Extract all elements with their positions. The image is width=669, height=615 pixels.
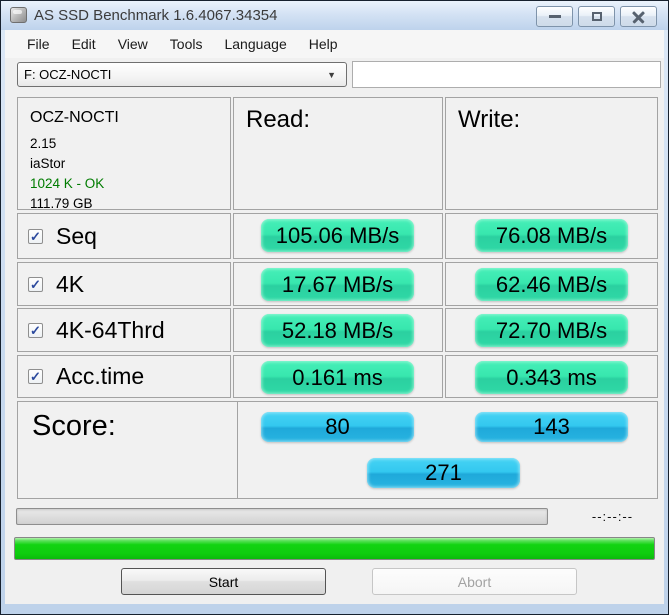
score-total-value: 271 — [367, 458, 520, 488]
menu-language[interactable]: Language — [213, 31, 297, 57]
write-header: Write: — [458, 106, 521, 133]
app-drive-icon — [10, 7, 27, 23]
read-header-cell: Read: — [233, 97, 443, 210]
close-icon — [632, 10, 645, 23]
comment-input[interactable] — [352, 61, 661, 88]
abort-button[interactable]: Abort — [372, 568, 577, 595]
close-button[interactable] — [620, 6, 657, 27]
acctime-write-value: 0.343 ms — [475, 361, 628, 394]
seq-label: Seq — [56, 222, 97, 249]
drive-capacity: 111.79 GB — [30, 196, 93, 211]
write-header-cell: Write: — [445, 97, 658, 210]
acctime-read-value: 0.161 ms — [261, 361, 414, 394]
chevron-down-icon: ▼ — [327, 69, 336, 80]
task-progress-bar — [16, 508, 548, 525]
drive-model: OCZ-NOCTI — [30, 109, 119, 126]
menu-file[interactable]: File — [16, 31, 61, 57]
minimize-icon — [548, 15, 561, 18]
seq-checkbox[interactable]: ✓ — [28, 228, 43, 244]
acctime-label: Acc.time — [56, 363, 145, 389]
4k-label: 4K — [56, 270, 85, 297]
drive-driver: iaStor — [30, 156, 66, 171]
4k-write-value: 62.46 MB/s — [475, 268, 628, 301]
start-button[interactable]: Start — [121, 568, 326, 595]
test-row-acctime: ✓ Acc.time — [17, 355, 231, 398]
test-row-4k: ✓ 4K — [17, 262, 231, 306]
drive-info-panel: OCZ-NOCTI 2.15 iaStor 1024 K - OK 111.79… — [17, 97, 231, 211]
4k-checkbox[interactable]: ✓ — [28, 276, 43, 292]
maximize-icon — [591, 12, 602, 21]
test-row-4k64: ✓ 4K-64Thrd — [17, 308, 231, 352]
menu-help[interactable]: Help — [298, 31, 349, 57]
app-window: AS SSD Benchmark 1.6.4067.34354 File Edi… — [0, 0, 669, 615]
drive-selector-value: F: OCZ-NOCTI — [24, 67, 112, 82]
drive-firmware: 2.15 — [30, 136, 57, 151]
menu-bar: File Edit View Tools Language Help — [5, 30, 664, 58]
4k-read-value: 17.67 MB/s — [261, 268, 414, 301]
menu-view[interactable]: View — [107, 31, 159, 57]
acctime-checkbox[interactable]: ✓ — [28, 369, 43, 384]
test-row-seq: ✓ Seq — [17, 213, 231, 259]
minimize-button[interactable] — [536, 6, 573, 27]
read-header: Read: — [246, 106, 311, 133]
menu-tools[interactable]: Tools — [159, 31, 214, 57]
4k64-write-value: 72.70 MB/s — [475, 314, 628, 347]
drive-selector-dropdown[interactable]: F: OCZ-NOCTI ▼ — [17, 62, 347, 87]
drive-alignment-status: 1024 K - OK — [30, 176, 105, 191]
score-read-value: 80 — [261, 412, 414, 442]
title-bar[interactable]: AS SSD Benchmark 1.6.4067.34354 — [1, 1, 668, 30]
4k64-checkbox[interactable]: ✓ — [28, 322, 43, 338]
seq-read-value: 105.06 MB/s — [261, 219, 414, 252]
window-title: AS SSD Benchmark 1.6.4067.34354 — [34, 7, 278, 24]
score-write-value: 143 — [475, 412, 628, 442]
menu-edit[interactable]: Edit — [61, 31, 107, 57]
overall-progress-bar — [14, 537, 655, 560]
time-remaining-label: --:--:-- — [591, 509, 634, 524]
client-area: File Edit View Tools Language Help F: OC… — [5, 30, 664, 604]
maximize-button[interactable] — [578, 6, 615, 27]
score-divider — [237, 402, 238, 498]
4k64-read-value: 52.18 MB/s — [261, 314, 414, 347]
4k64-label: 4K-64Thrd — [56, 316, 165, 343]
seq-write-value: 76.08 MB/s — [475, 219, 628, 252]
